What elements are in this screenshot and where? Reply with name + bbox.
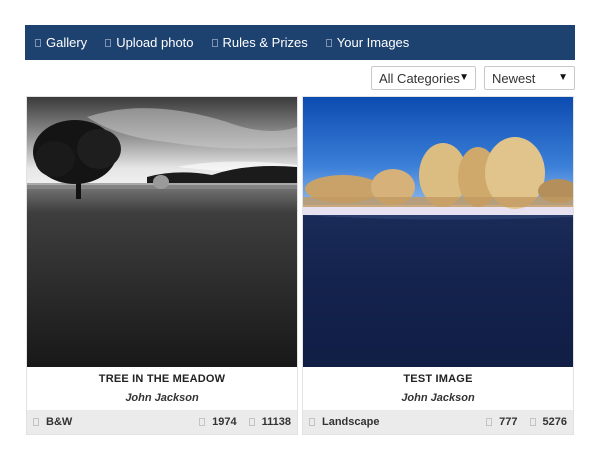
- nav-your-images[interactable]: Your Images: [325, 35, 410, 50]
- upload-icon: [105, 38, 112, 47]
- sort-select-value: Newest: [492, 70, 536, 86]
- card-footer: B&W 1974 11138: [27, 410, 297, 434]
- sort-select[interactable]: Newest ▼: [484, 66, 575, 90]
- category-select-value: All Categories: [379, 70, 460, 86]
- top-navbar: Gallery Upload photo Rules & Prizes Your…: [25, 25, 575, 60]
- heart-icon: [529, 418, 536, 426]
- photo-card[interactable]: TREE IN THE MEADOW John Jackson B&W 1974…: [26, 96, 298, 435]
- dropdown-caret-icon: ▼: [558, 72, 568, 83]
- nav-upload-photo[interactable]: Upload photo: [105, 35, 194, 50]
- photo-thumbnail[interactable]: [303, 97, 573, 367]
- user-images-icon: [325, 38, 332, 47]
- card-title[interactable]: TEST IMAGE: [303, 373, 573, 385]
- card-category[interactable]: Landscape: [322, 416, 379, 428]
- views-stat: 777: [486, 416, 518, 428]
- nav-gallery-label: Gallery: [46, 35, 88, 50]
- card-author[interactable]: John Jackson: [303, 392, 573, 404]
- likes-count: 5276: [542, 416, 567, 428]
- nav-gallery[interactable]: Gallery: [35, 35, 87, 50]
- photo-thumbnail[interactable]: [27, 97, 297, 367]
- views-count: 1974: [212, 416, 237, 428]
- card-author[interactable]: John Jackson: [27, 392, 297, 404]
- views-count: 777: [499, 416, 518, 428]
- trophy-icon: [211, 38, 218, 47]
- views-stat: 1974: [199, 416, 237, 428]
- tag-icon: [33, 418, 39, 426]
- camera-icon: [35, 38, 41, 47]
- nav-rules-label: Rules & Prizes: [222, 35, 308, 50]
- card-footer: Landscape 777 5276: [303, 410, 573, 434]
- dropdown-caret-icon: ▼: [459, 72, 469, 83]
- likes-count: 11138: [261, 416, 291, 428]
- likes-stat: 5276: [529, 416, 567, 428]
- photo-card[interactable]: TEST IMAGE John Jackson Landscape 777 52…: [302, 96, 574, 435]
- nav-your-images-label: Your Images: [336, 35, 410, 50]
- card-title[interactable]: TREE IN THE MEADOW: [27, 373, 297, 385]
- card-category[interactable]: B&W: [46, 416, 72, 428]
- likes-stat: 11138: [248, 416, 291, 428]
- nav-upload-label: Upload photo: [116, 35, 194, 50]
- heart-icon: [248, 418, 255, 426]
- tag-icon: [309, 418, 315, 426]
- eye-icon: [486, 418, 493, 426]
- eye-icon: [199, 418, 206, 426]
- nav-rules-prizes[interactable]: Rules & Prizes: [211, 35, 308, 50]
- category-select[interactable]: All Categories ▼: [371, 66, 476, 90]
